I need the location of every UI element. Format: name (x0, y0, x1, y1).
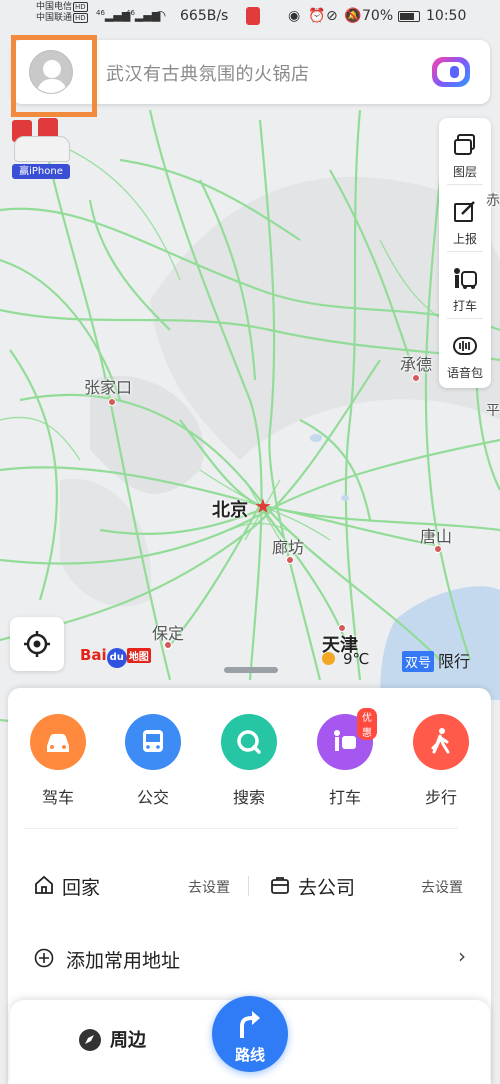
city-marker (108, 398, 116, 406)
bus-icon (125, 714, 181, 770)
voice-pack-icon (453, 337, 477, 355)
sun-icon (322, 652, 335, 665)
work-set-button[interactable]: 去设置 (421, 877, 463, 897)
capital-star-icon: ★ (254, 494, 272, 518)
traffic-restriction[interactable]: 双号 限行 (402, 648, 470, 672)
taxi-icon: 优惠 (317, 708, 377, 770)
layers-label: 图层 (452, 165, 477, 179)
edit-icon (454, 201, 475, 222)
walk-button[interactable]: 步行 (401, 714, 481, 808)
add-address-button[interactable]: 添加常用地址 (66, 946, 180, 973)
panel-divider (24, 828, 458, 829)
drive-button[interactable]: 驾车 (18, 714, 98, 808)
baidu-map-logo: Bai du 地图 (80, 646, 151, 668)
search-button[interactable]: 搜索 (209, 714, 289, 808)
promo-label: 赢iPhone (12, 164, 70, 179)
city-chengde[interactable]: 承德 (400, 351, 432, 375)
voice-assistant-icon (437, 62, 465, 82)
panel-drag-handle[interactable] (224, 667, 278, 673)
chevron-right-icon: › (458, 944, 466, 968)
home-set-button[interactable]: 去设置 (188, 877, 230, 897)
route-arrow-icon (240, 1011, 260, 1038)
home-icon (35, 875, 53, 894)
home-label[interactable]: 回家 (62, 873, 100, 900)
carrier-2: 中国联通 (36, 13, 73, 23)
hd-badge-1: HD (73, 2, 88, 12)
voice-pack-label: 语音包 (446, 366, 483, 380)
discount-badge: 优惠 (357, 708, 377, 740)
avatar[interactable] (29, 50, 73, 94)
mute-icon: 🔕 (344, 8, 362, 24)
car-icon (30, 714, 86, 770)
taxi-action-button[interactable]: 优惠 打车 (305, 708, 385, 808)
city-marker (164, 641, 172, 649)
map-toolbar: 图层 上报 打车 语音包 (439, 118, 491, 388)
city-chi: 赤 (486, 193, 500, 209)
battery-icon (398, 11, 420, 22)
city-beijing[interactable]: 北京 (212, 496, 248, 522)
wifi-icon: ◠ (154, 8, 167, 24)
city-zhangjiakou[interactable]: 张家口 (84, 374, 132, 398)
user-icon (36, 60, 68, 93)
nearby-tab[interactable]: 周边 (110, 1026, 146, 1052)
network-speed: 665B/s (180, 8, 229, 24)
hd-badge-2: HD (73, 13, 88, 23)
route-label: 路线 (234, 1046, 265, 1064)
city-marker (412, 374, 420, 382)
briefcase-icon (271, 877, 289, 894)
work-label[interactable]: 去公司 (298, 873, 355, 900)
city-marker (286, 556, 294, 564)
clock: 10:50 (426, 8, 467, 24)
eye-icon: ◉ (288, 8, 301, 24)
restriction-tag: 双号 (402, 651, 435, 672)
bus-label: 公交 (136, 788, 169, 807)
carrier-info: 中国电信 HD 中国联通 HD (36, 2, 88, 24)
add-circle-icon (34, 948, 54, 968)
taxi-label: 打车 (452, 299, 477, 313)
layers-icon (454, 134, 475, 155)
mic-recording-icon (246, 7, 260, 25)
restriction-text: 限行 (438, 652, 471, 671)
alarm-icon: ⏰ (308, 8, 326, 24)
taxi-action-label: 打车 (328, 788, 361, 807)
bus-button[interactable]: 公交 (113, 714, 193, 808)
car-icon (14, 136, 70, 162)
dnd-icon: ⊘ (326, 8, 338, 24)
voice-assistant-button[interactable] (432, 57, 470, 87)
battery-percent: 70% (362, 8, 394, 24)
row-separator (248, 876, 249, 896)
locate-button[interactable] (10, 617, 64, 671)
locate-icon (24, 631, 50, 657)
promo-badge[interactable]: 赢iPhone (10, 118, 72, 182)
search-label: 搜索 (232, 788, 265, 807)
city-tangshan[interactable]: 唐山 (420, 523, 452, 547)
compass-icon (79, 1029, 101, 1051)
city-marker (338, 624, 346, 632)
temperature: 9℃ (343, 650, 370, 668)
search-icon (221, 714, 277, 770)
carrier-1: 中国电信 (36, 2, 73, 12)
city-ping: 平 (486, 403, 500, 419)
report-label: 上报 (452, 232, 477, 246)
avatar-highlight[interactable] (11, 35, 97, 117)
walk-icon (413, 714, 469, 770)
search-input[interactable]: 武汉有古典氛围的火锅店 (106, 60, 310, 86)
city-langfang[interactable]: 廊坊 (272, 534, 304, 558)
drive-label: 驾车 (41, 788, 74, 807)
city-marker (434, 545, 442, 553)
layers-button[interactable]: 图层 (439, 118, 491, 184)
walk-label: 步行 (424, 788, 457, 807)
taxi-button[interactable]: 打车 (439, 252, 491, 318)
weather-info[interactable]: 9℃ (322, 650, 369, 668)
report-button[interactable]: 上报 (439, 185, 491, 251)
voice-pack-button[interactable]: 语音包 (439, 319, 491, 385)
status-bar: 中国电信 HD 中国联通 HD 46▂▄▆ 46▂▄▆ ◠ 665B/s ◉ ⏰ ⊘… (0, 0, 500, 34)
route-button[interactable]: 路线 (212, 996, 288, 1072)
taxi-person-icon (454, 268, 477, 289)
